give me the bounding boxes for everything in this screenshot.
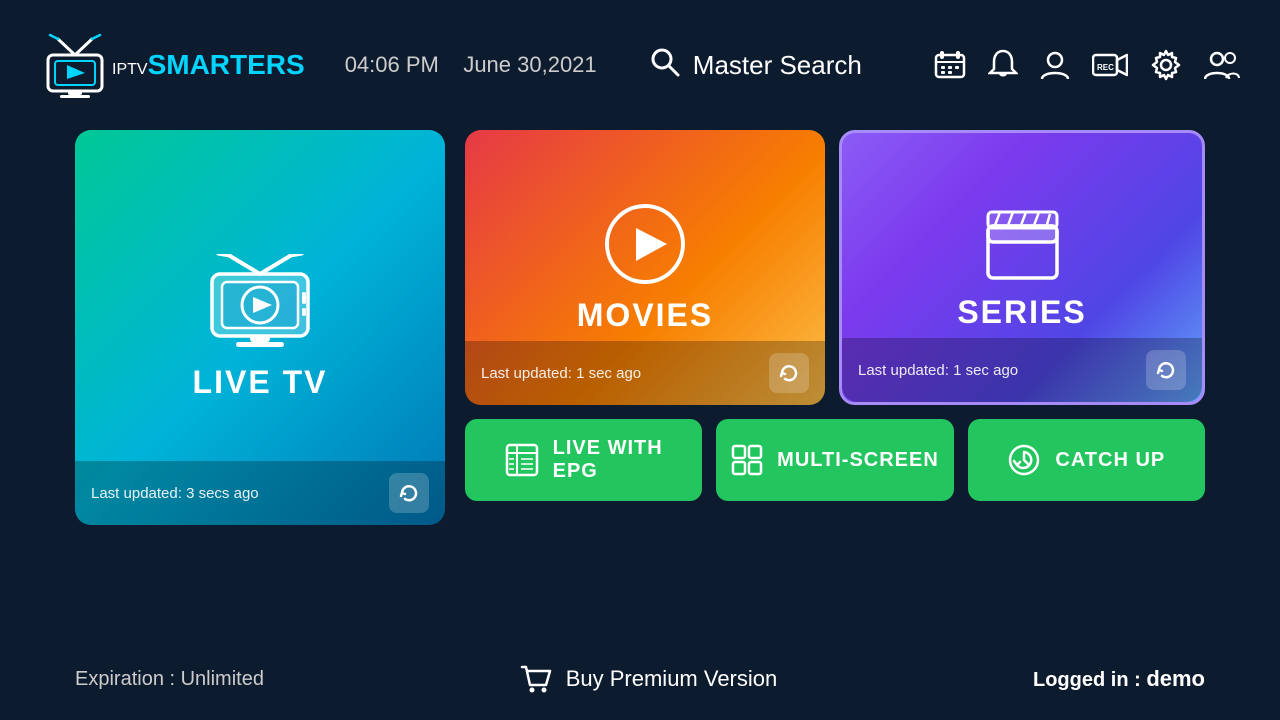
live-tv-icon [200, 254, 320, 354]
live-tv-label: LIVE TV [193, 364, 328, 401]
time-display: 04:06 PM [345, 52, 439, 77]
movies-refresh-button[interactable] [769, 353, 809, 393]
series-icon [980, 204, 1065, 284]
movies-card[interactable]: MOVIES Last updated: 1 sec ago [465, 130, 825, 405]
users-icon[interactable] [1204, 49, 1240, 81]
top-cards-row: MOVIES Last updated: 1 sec ago [465, 130, 1205, 405]
date-display: June 30,2021 [463, 52, 596, 77]
cart-icon [520, 663, 552, 695]
series-card[interactable]: SERIES Last updated: 1 sec ago [839, 130, 1205, 405]
main-content: LIVE TV Last updated: 3 secs ago MOVIES [0, 130, 1280, 525]
series-refresh-button[interactable] [1146, 350, 1186, 390]
buy-premium-button[interactable]: Buy Premium Version [264, 663, 1033, 695]
series-label: SERIES [957, 294, 1086, 331]
multi-screen-button[interactable]: MULTI-SCREEN [716, 419, 953, 501]
buy-premium-label: Buy Premium Version [566, 666, 778, 692]
search-area[interactable]: Master Search [597, 46, 914, 85]
series-update: Last updated: 1 sec ago [858, 362, 1018, 379]
bell-icon[interactable] [988, 49, 1018, 81]
datetime: 04:06 PM June 30,2021 [345, 52, 597, 78]
profile-icon[interactable] [1040, 49, 1070, 81]
catch-up-label: CATCH UP [1055, 449, 1165, 472]
logo: IPTVSMARTERS [40, 33, 305, 98]
logo-iptv-text: IPTV [112, 61, 148, 78]
footer: Expiration : Unlimited Buy Premium Versi… [0, 663, 1280, 695]
master-search[interactable]: Master Search [649, 46, 862, 85]
live-tv-footer: Last updated: 3 secs ago [75, 461, 445, 525]
multiscreen-icon [731, 444, 763, 476]
search-icon [649, 46, 681, 85]
catch-up-button[interactable]: CATCH UP [968, 419, 1205, 501]
logo-smarters-text: SMARTERS [148, 49, 305, 80]
movies-footer: Last updated: 1 sec ago [465, 341, 825, 405]
svg-text:REC: REC [1097, 63, 1114, 72]
header-icons: REC [934, 49, 1240, 81]
movies-update: Last updated: 1 sec ago [481, 365, 641, 382]
logo-icon [40, 33, 110, 98]
logged-in-info: Logged in : demo [1033, 666, 1205, 692]
movies-label: MOVIES [577, 297, 713, 334]
live-epg-button[interactable]: LIVE WITH EPG [465, 419, 702, 501]
live-tv-refresh-button[interactable] [389, 473, 429, 513]
epg-icon [505, 443, 539, 477]
search-label: Master Search [693, 50, 862, 81]
bottom-buttons-row: LIVE WITH EPG MULTI-SCREEN [465, 419, 1205, 501]
live-tv-card[interactable]: LIVE TV Last updated: 3 secs ago [75, 130, 445, 525]
live-tv-update: Last updated: 3 secs ago [91, 485, 259, 502]
catchup-icon [1007, 443, 1041, 477]
settings-icon[interactable] [1150, 49, 1182, 81]
multi-screen-label: MULTI-SCREEN [777, 449, 939, 472]
series-footer: Last updated: 1 sec ago [842, 338, 1202, 402]
schedule-icon[interactable] [934, 49, 966, 81]
expiry-text: Expiration : Unlimited [75, 668, 264, 691]
right-column: MOVIES Last updated: 1 sec ago [465, 130, 1205, 501]
epg-label: LIVE WITH EPG [553, 437, 663, 483]
movies-icon [603, 202, 688, 287]
record-icon[interactable]: REC [1092, 50, 1128, 80]
header: IPTVSMARTERS 04:06 PM June 30,2021 Maste… [0, 0, 1280, 130]
logged-in-user: demo [1146, 666, 1205, 691]
